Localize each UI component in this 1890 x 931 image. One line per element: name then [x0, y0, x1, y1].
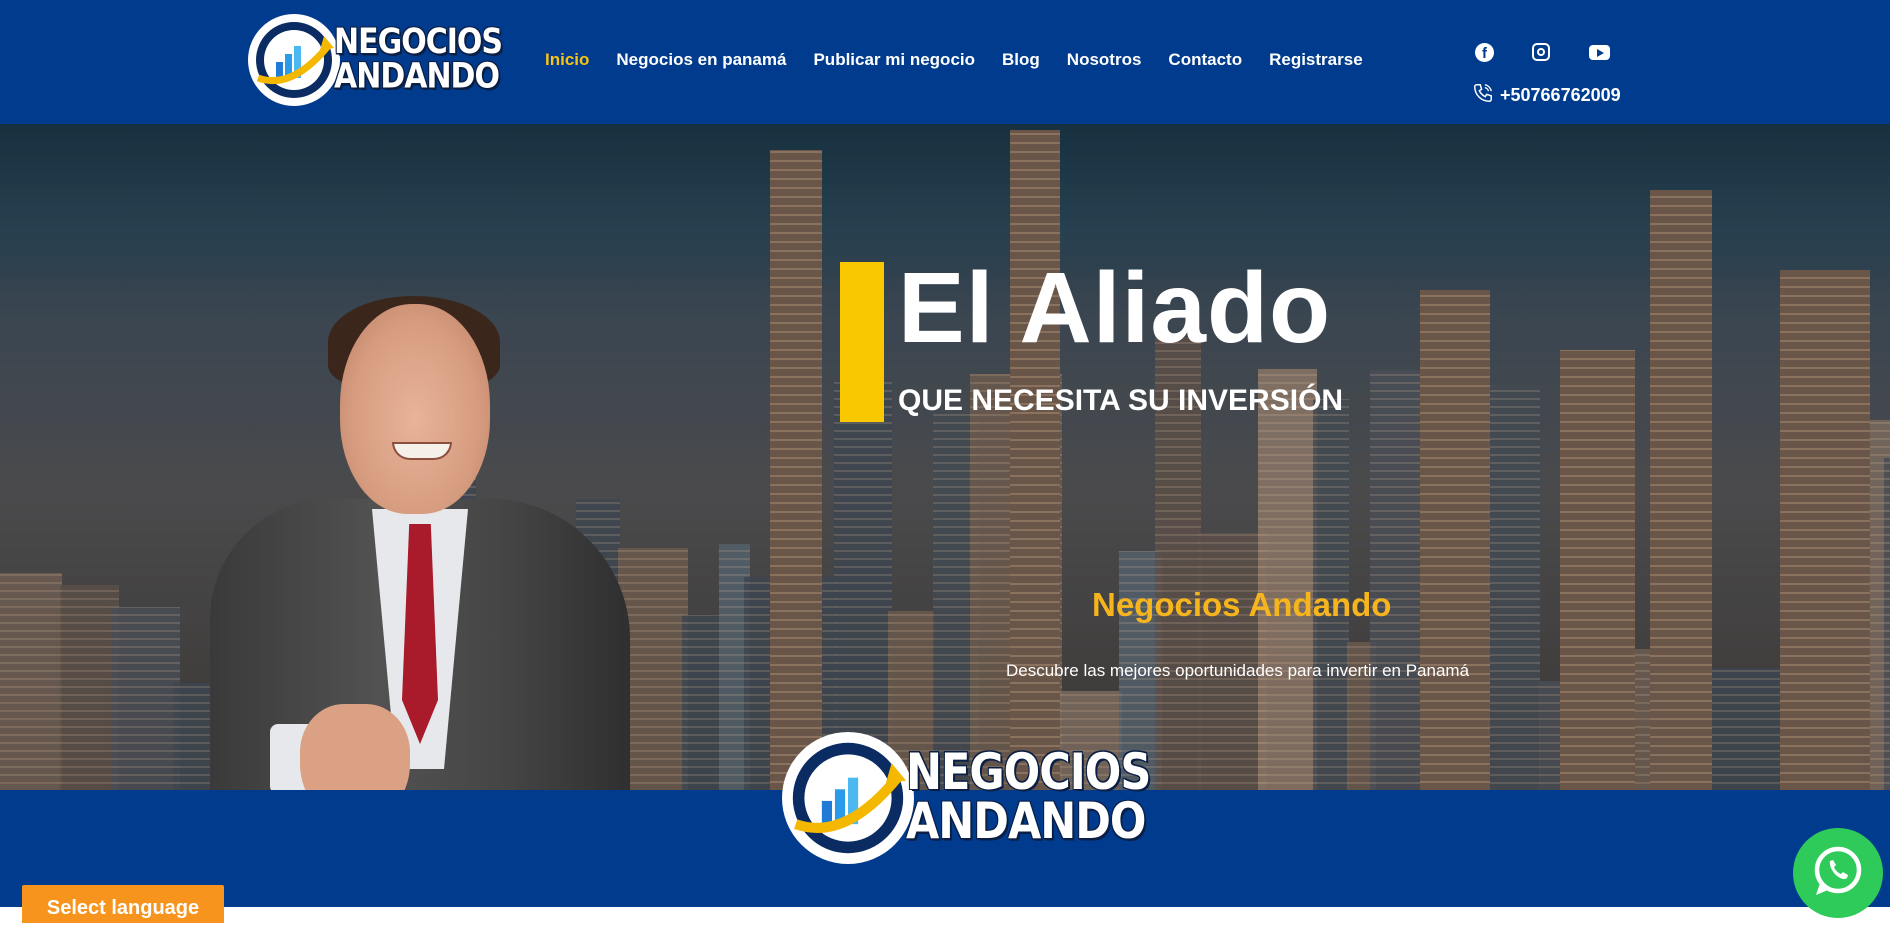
nav-nosotros[interactable]: Nosotros: [1067, 50, 1142, 70]
phone-number: +50766762009: [1500, 85, 1621, 105]
skyline-building: [111, 607, 180, 790]
skyline-tower: [1560, 350, 1635, 790]
skyline-tower: [1420, 290, 1490, 790]
logo-line-1: NEGOCIOS: [334, 22, 503, 63]
nav-registrarse[interactable]: Registrarse: [1269, 50, 1363, 70]
logo-text: NEGOCIOS ANDANDO: [334, 22, 503, 97]
hero-subtitle: QUE NECESITA SU INVERSIÓN: [898, 384, 1344, 417]
hero-title: El Aliado: [898, 252, 1332, 364]
skyline-building: [834, 382, 892, 790]
nav-publicar-mi-negocio[interactable]: Publicar mi negocio: [813, 50, 975, 70]
phone-icon: [1472, 82, 1494, 109]
hero-description: Descubre las mejores oportunidades para …: [1006, 661, 1470, 680]
logo-line-2: ANDANDO: [334, 56, 500, 97]
phone-link[interactable]: +50766762009: [1472, 82, 1621, 109]
select-language-button[interactable]: Select language: [22, 885, 224, 923]
whatsapp-icon: [1810, 843, 1866, 904]
skyline-building: [1710, 668, 1781, 790]
skyline-tower: [770, 150, 822, 790]
businessman-image: [210, 296, 630, 790]
skyline-building: [1258, 369, 1317, 790]
skyline-building: [0, 573, 62, 790]
site-header: NEGOCIOS ANDANDO Inicio Negocios en pana…: [0, 0, 1890, 124]
nav-negocios-en-panama[interactable]: Negocios en panamá: [616, 50, 786, 70]
site-logo[interactable]: NEGOCIOS ANDANDO: [248, 14, 503, 106]
skyline-tower: [1010, 130, 1060, 790]
skyline-tower: [1650, 190, 1712, 790]
instagram-icon[interactable]: [1532, 43, 1550, 61]
band-logo-line-1: NEGOCIOS: [906, 743, 1151, 802]
nav-blog[interactable]: Blog: [1002, 50, 1040, 70]
youtube-icon[interactable]: [1589, 45, 1610, 60]
skyline-building: [1884, 458, 1890, 790]
band-logo-chart-icon: [782, 732, 914, 864]
facebook-icon[interactable]: f: [1475, 43, 1494, 62]
skyline-building: [682, 615, 719, 790]
nav-contacto[interactable]: Contacto: [1168, 50, 1242, 70]
band-logo-text: NEGOCIOS ANDANDO: [906, 743, 1151, 851]
hero-banner: [0, 124, 1890, 790]
hero-brand-name: Negocios Andando: [1092, 586, 1392, 623]
main-nav: Inicio Negocios en panamá Publicar mi ne…: [545, 50, 1390, 70]
hero-accent-bar: [840, 262, 884, 422]
whatsapp-button[interactable]: [1793, 828, 1883, 918]
band-logo: NEGOCIOS ANDANDO: [782, 732, 1151, 864]
band-logo-line-2: ANDANDO: [906, 793, 1146, 851]
skyline-tower: [1780, 270, 1870, 790]
logo-chart-icon: [248, 14, 340, 106]
nav-inicio[interactable]: Inicio: [545, 50, 589, 70]
